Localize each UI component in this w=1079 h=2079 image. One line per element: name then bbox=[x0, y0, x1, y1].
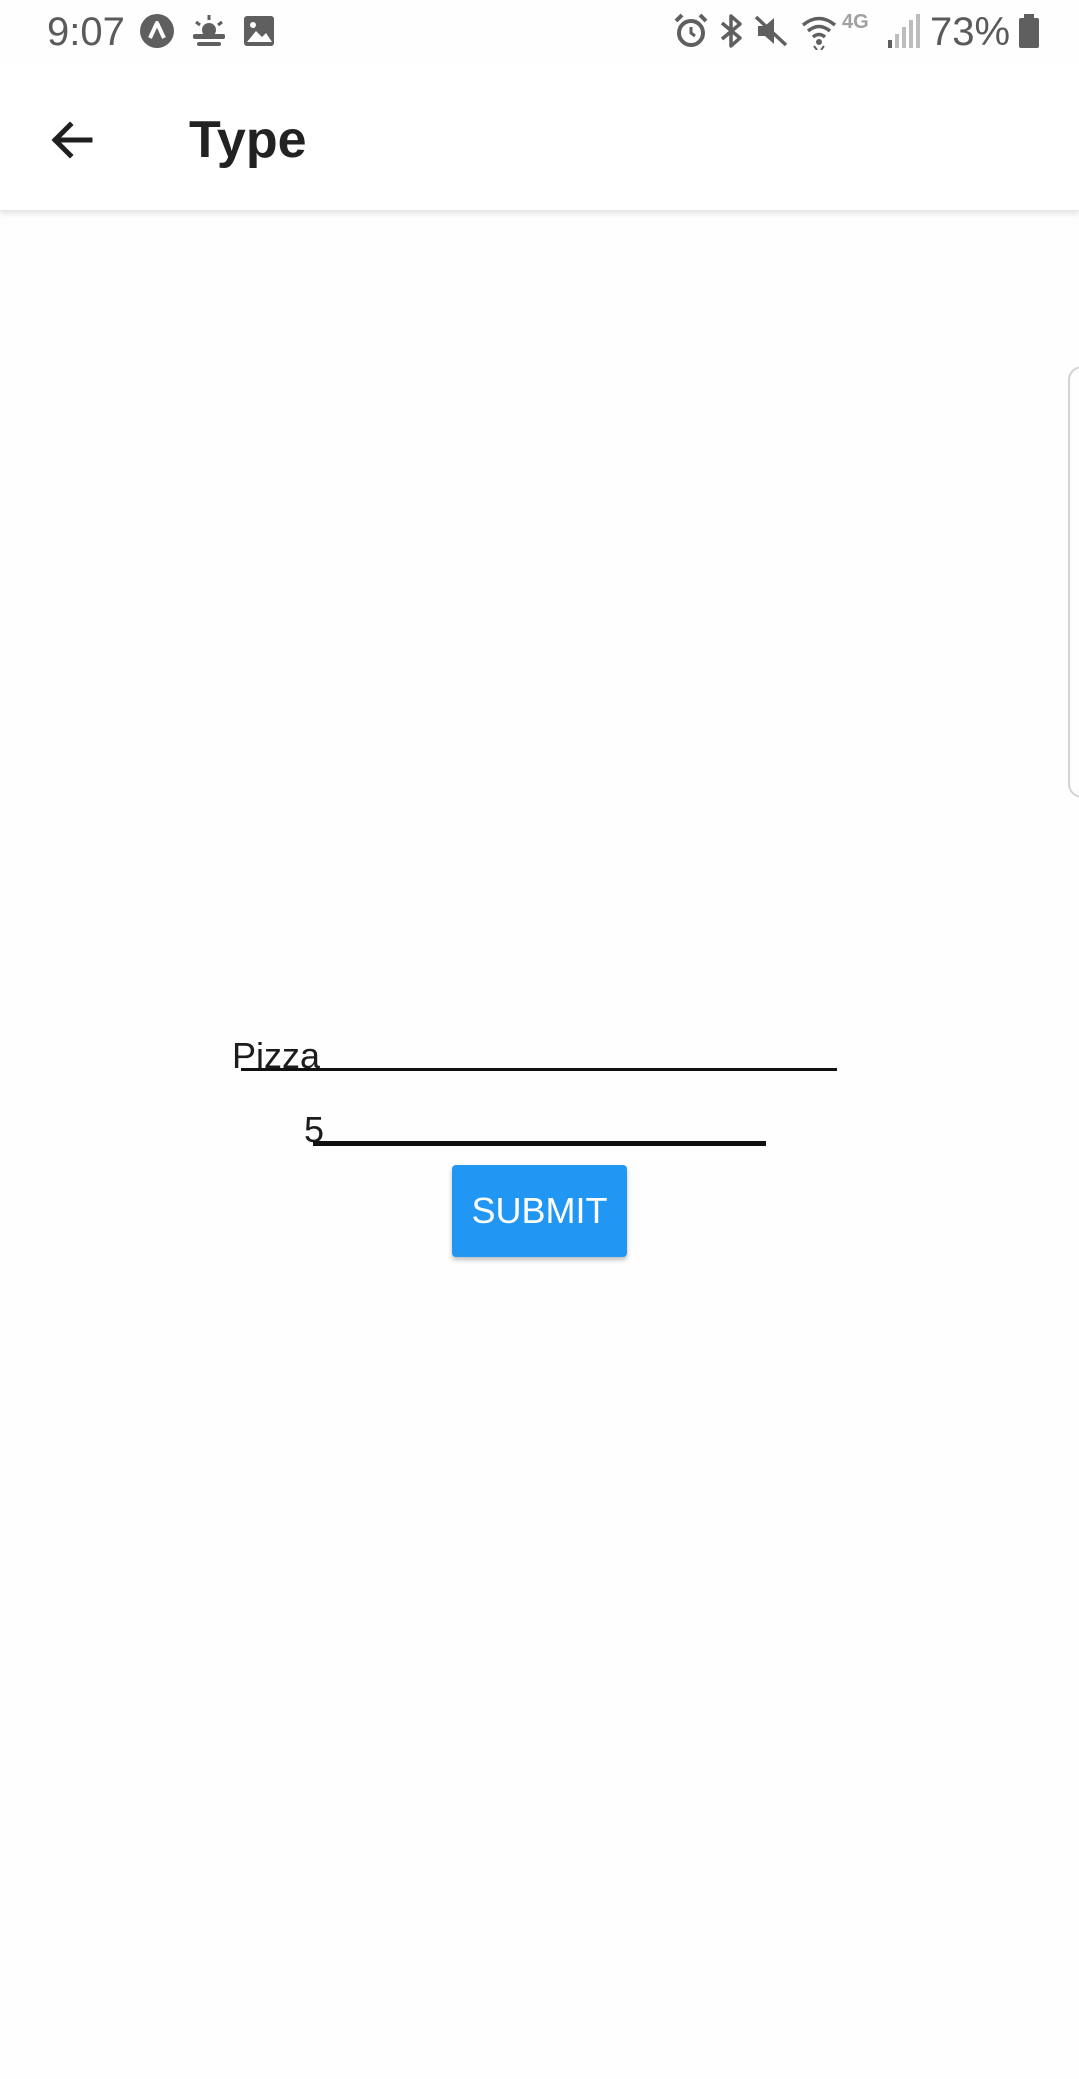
arrow-back-icon bbox=[51, 121, 93, 159]
back-button[interactable] bbox=[36, 104, 108, 176]
alarm-icon bbox=[674, 13, 708, 47]
bluetooth-icon bbox=[720, 14, 742, 48]
screen: 9:07 4G 73% Type Pizza 5 SUBMIT bbox=[0, 0, 1079, 2079]
signal-icon bbox=[888, 14, 920, 48]
type-field[interactable]: Pizza bbox=[230, 1036, 840, 1076]
battery-percent: 73% bbox=[930, 10, 1011, 54]
app-notification-icon bbox=[140, 14, 174, 48]
quantity-field-underline bbox=[313, 1141, 766, 1146]
submit-button[interactable]: SUBMIT bbox=[452, 1165, 627, 1257]
status-bar: 9:07 4G 73% bbox=[0, 0, 1079, 64]
quantity-field[interactable]: 5 bbox=[302, 1110, 770, 1150]
type-field-underline bbox=[241, 1068, 837, 1071]
weather-icon bbox=[193, 15, 225, 46]
mute-icon bbox=[754, 15, 788, 47]
app-bar: Type bbox=[0, 64, 1079, 211]
page-title: Type bbox=[189, 111, 307, 169]
battery-icon bbox=[1019, 14, 1039, 48]
image-icon bbox=[244, 16, 274, 46]
lte-icon: 4G bbox=[842, 11, 869, 33]
wifi-icon bbox=[801, 16, 837, 50]
status-time: 9:07 bbox=[47, 10, 125, 54]
edge-panel-handle[interactable] bbox=[1068, 366, 1079, 798]
